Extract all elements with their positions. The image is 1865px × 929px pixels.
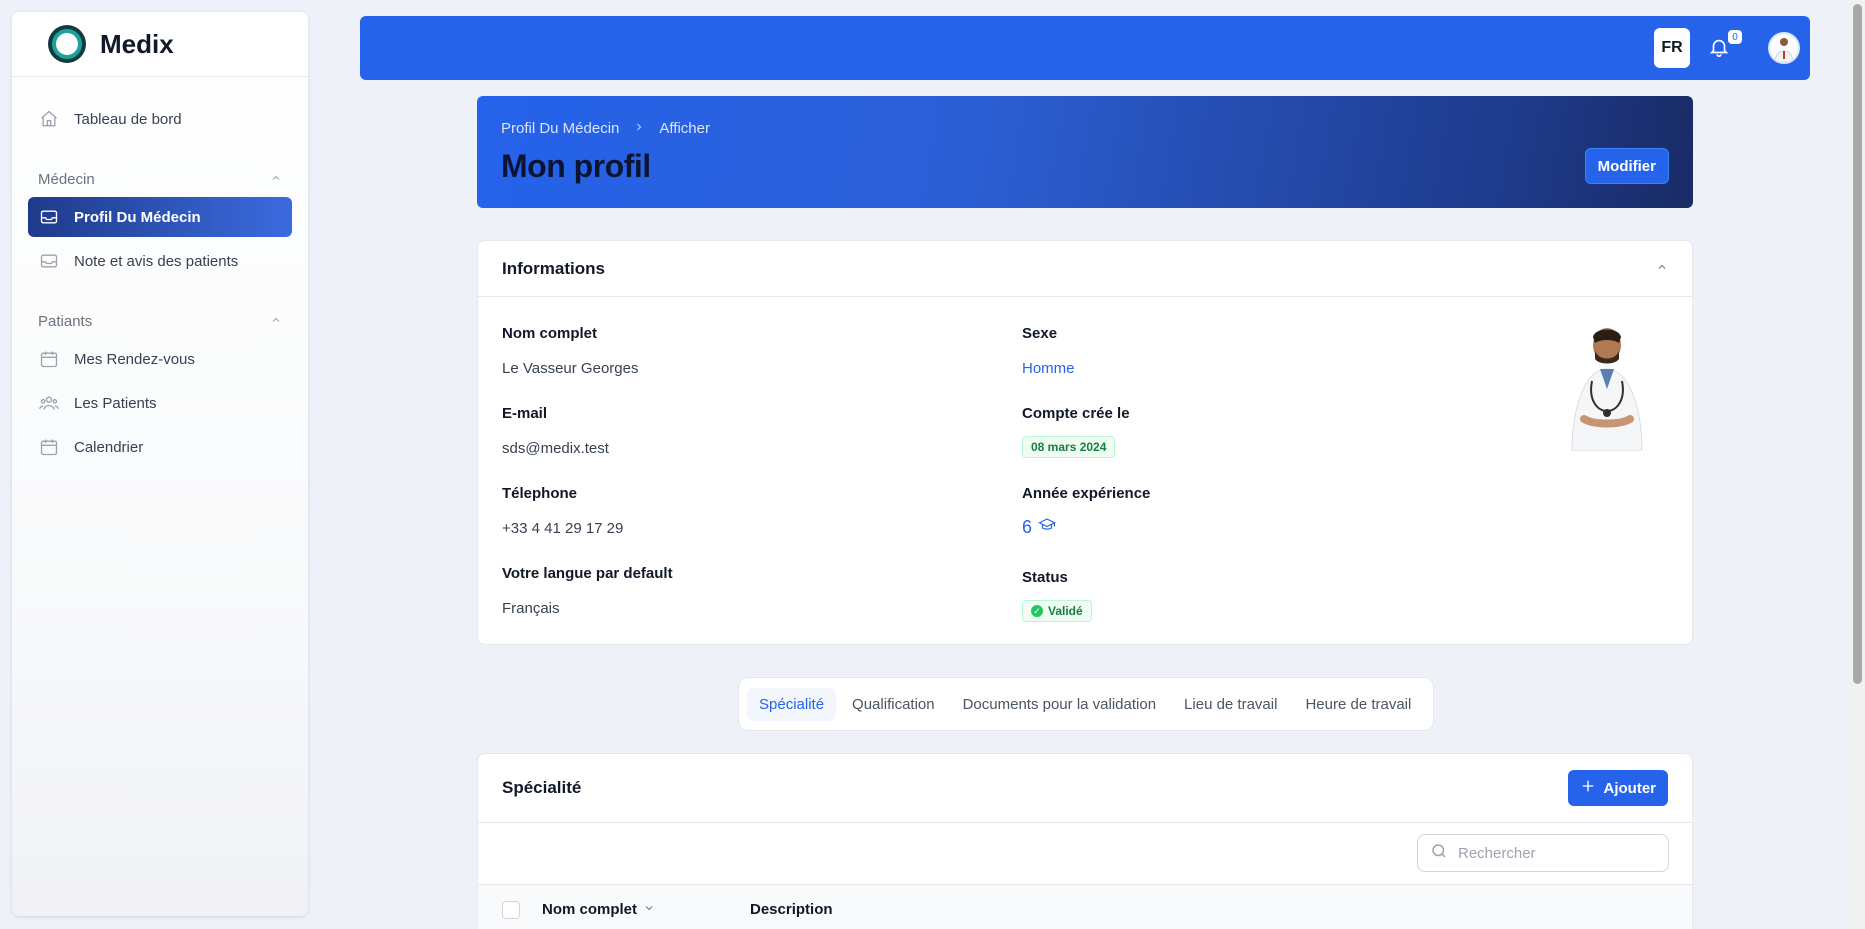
experience-value: 6 bbox=[1022, 516, 1150, 539]
brand[interactable]: Medix bbox=[12, 12, 308, 77]
group-label: Patiants bbox=[38, 312, 93, 330]
inbox-icon bbox=[38, 206, 60, 228]
status-text: Validé bbox=[1048, 604, 1083, 618]
inbox-icon bbox=[38, 250, 60, 272]
field-experience: Année expérience 6 bbox=[1022, 485, 1150, 539]
page-header: Profil Du Médecin Afficher Mon profil Mo… bbox=[477, 96, 1693, 208]
field-value: +33 4 41 29 17 29 bbox=[502, 520, 624, 537]
add-label: Ajouter bbox=[1603, 779, 1657, 797]
sidebar-nav: Tableau de bord Médecin Profil Du Médeci… bbox=[12, 77, 308, 493]
info-card: Informations Nom complet Le Vasseur Geor… bbox=[477, 240, 1693, 645]
field-label: Compte crée le bbox=[1022, 405, 1130, 422]
specialty-header: Spécialité Ajouter bbox=[478, 754, 1692, 823]
add-specialty-button[interactable]: Ajouter bbox=[1567, 770, 1668, 806]
doctor-photo bbox=[1562, 321, 1652, 452]
chevron-up-icon[interactable] bbox=[1656, 261, 1668, 276]
field-value: Homme bbox=[1022, 360, 1075, 377]
column-header-label: Nom complet bbox=[542, 901, 638, 918]
graduation-cap-icon bbox=[1038, 516, 1056, 539]
sidebar-item-label: Calendrier bbox=[74, 438, 144, 456]
field-label: Année expérience bbox=[1022, 485, 1151, 502]
field-label: E-mail bbox=[502, 405, 548, 422]
select-all-checkbox[interactable] bbox=[502, 900, 520, 919]
field-sex: Sexe Homme bbox=[1022, 325, 1075, 377]
topbar: FR 0 bbox=[360, 16, 1810, 80]
breadcrumb-item-profil[interactable]: Profil Du Médecin bbox=[501, 120, 619, 137]
search-icon bbox=[1430, 842, 1448, 864]
sidebar: Medix Tableau de bord Médecin Profil Du … bbox=[12, 12, 308, 916]
field-status: Status ✓ Validé bbox=[1022, 569, 1092, 622]
sidebar-item-profil[interactable]: Profil Du Médecin bbox=[28, 197, 292, 237]
sidebar-item-label: Mes Rendez-vous bbox=[74, 350, 195, 368]
group-label: Médecin bbox=[38, 170, 95, 188]
specialty-title: Spécialité bbox=[502, 778, 582, 797]
language-switcher[interactable]: FR bbox=[1654, 28, 1690, 68]
column-header-description: Description bbox=[750, 901, 833, 918]
info-card-title: Informations bbox=[502, 258, 605, 278]
home-icon bbox=[38, 108, 60, 130]
profile-tabs: Spécialité Qualification Documents pour … bbox=[738, 677, 1434, 731]
notification-count-badge: 0 bbox=[1728, 30, 1742, 44]
sidebar-group-patiants[interactable]: Patiants bbox=[28, 303, 292, 339]
sidebar-item-patients[interactable]: Les Patients bbox=[28, 383, 292, 423]
chevron-right-icon bbox=[633, 121, 645, 136]
specialty-section: Spécialité Ajouter Rechercher Nom comple… bbox=[477, 753, 1693, 929]
breadcrumb: Profil Du Médecin Afficher bbox=[501, 120, 710, 137]
sidebar-item-reviews[interactable]: Note et avis des patients bbox=[28, 241, 292, 281]
field-label: Nom complet bbox=[502, 325, 598, 342]
info-card-header[interactable]: Informations bbox=[478, 241, 1692, 297]
column-header-nom[interactable]: Nom complet bbox=[542, 901, 750, 918]
field-language: Votre langue par default Français bbox=[502, 565, 673, 617]
sidebar-item-label: Note et avis des patients bbox=[74, 252, 239, 270]
breadcrumb-item-current: Afficher bbox=[659, 120, 710, 137]
chevron-up-icon[interactable] bbox=[270, 172, 282, 187]
sidebar-item-label: Profil Du Médecin bbox=[74, 208, 201, 226]
field-created: Compte crée le 08 mars 2024 bbox=[1022, 405, 1130, 458]
search-placeholder: Rechercher bbox=[1458, 844, 1536, 862]
tab-lieu-travail[interactable]: Lieu de travail bbox=[1172, 688, 1289, 721]
sidebar-item-label: Les Patients bbox=[74, 394, 157, 412]
status-badge: ✓ Validé bbox=[1022, 600, 1092, 622]
scrollbar-thumb[interactable] bbox=[1853, 4, 1862, 684]
field-fullname: Nom complet Le Vasseur Georges bbox=[502, 325, 638, 377]
field-email: E-mail sds@medix.test bbox=[502, 405, 609, 457]
sidebar-item-calendar[interactable]: Calendrier bbox=[28, 427, 292, 467]
medix-logo bbox=[48, 25, 86, 63]
experience-years: 6 bbox=[1022, 517, 1033, 537]
sidebar-item-appointments[interactable]: Mes Rendez-vous bbox=[28, 339, 292, 379]
sidebar-group-medecin[interactable]: Médecin bbox=[28, 161, 292, 197]
field-label: Sexe bbox=[1022, 325, 1058, 342]
tab-heure-travail[interactable]: Heure de travail bbox=[1293, 688, 1423, 721]
field-label: Status bbox=[1022, 569, 1068, 586]
field-value: Le Vasseur Georges bbox=[502, 360, 639, 377]
created-date-badge: 08 mars 2024 bbox=[1022, 436, 1116, 458]
sidebar-item-dashboard[interactable]: Tableau de bord bbox=[28, 99, 292, 139]
app-name: Medix bbox=[100, 28, 174, 59]
field-label: Votre langue par default bbox=[502, 565, 673, 582]
tab-documents[interactable]: Documents pour la validation bbox=[951, 688, 1168, 721]
field-value: Français bbox=[502, 600, 560, 617]
field-phone: Télephone +33 4 41 29 17 29 bbox=[502, 485, 623, 537]
edit-button[interactable]: Modifier bbox=[1584, 148, 1669, 184]
chevron-down-icon bbox=[643, 901, 655, 918]
chevron-up-icon[interactable] bbox=[270, 314, 282, 329]
check-circle-icon: ✓ bbox=[1031, 605, 1043, 617]
search-input[interactable]: Rechercher bbox=[1417, 834, 1669, 872]
tab-qualification[interactable]: Qualification bbox=[840, 688, 947, 721]
field-value: sds@medix.test bbox=[502, 440, 609, 457]
users-icon bbox=[38, 392, 60, 414]
calendar-icon bbox=[38, 348, 60, 370]
sidebar-item-label: Tableau de bord bbox=[74, 110, 182, 128]
field-label: Télephone bbox=[502, 485, 578, 502]
table-header: Nom complet Description bbox=[478, 884, 1692, 929]
calendar-icon bbox=[38, 436, 60, 458]
tab-specialite[interactable]: Spécialité bbox=[747, 687, 837, 721]
plus-icon bbox=[1580, 778, 1596, 798]
page-title: Mon profil bbox=[501, 148, 651, 184]
user-avatar[interactable] bbox=[1768, 32, 1800, 64]
page-scrollbar[interactable] bbox=[1850, 0, 1865, 929]
